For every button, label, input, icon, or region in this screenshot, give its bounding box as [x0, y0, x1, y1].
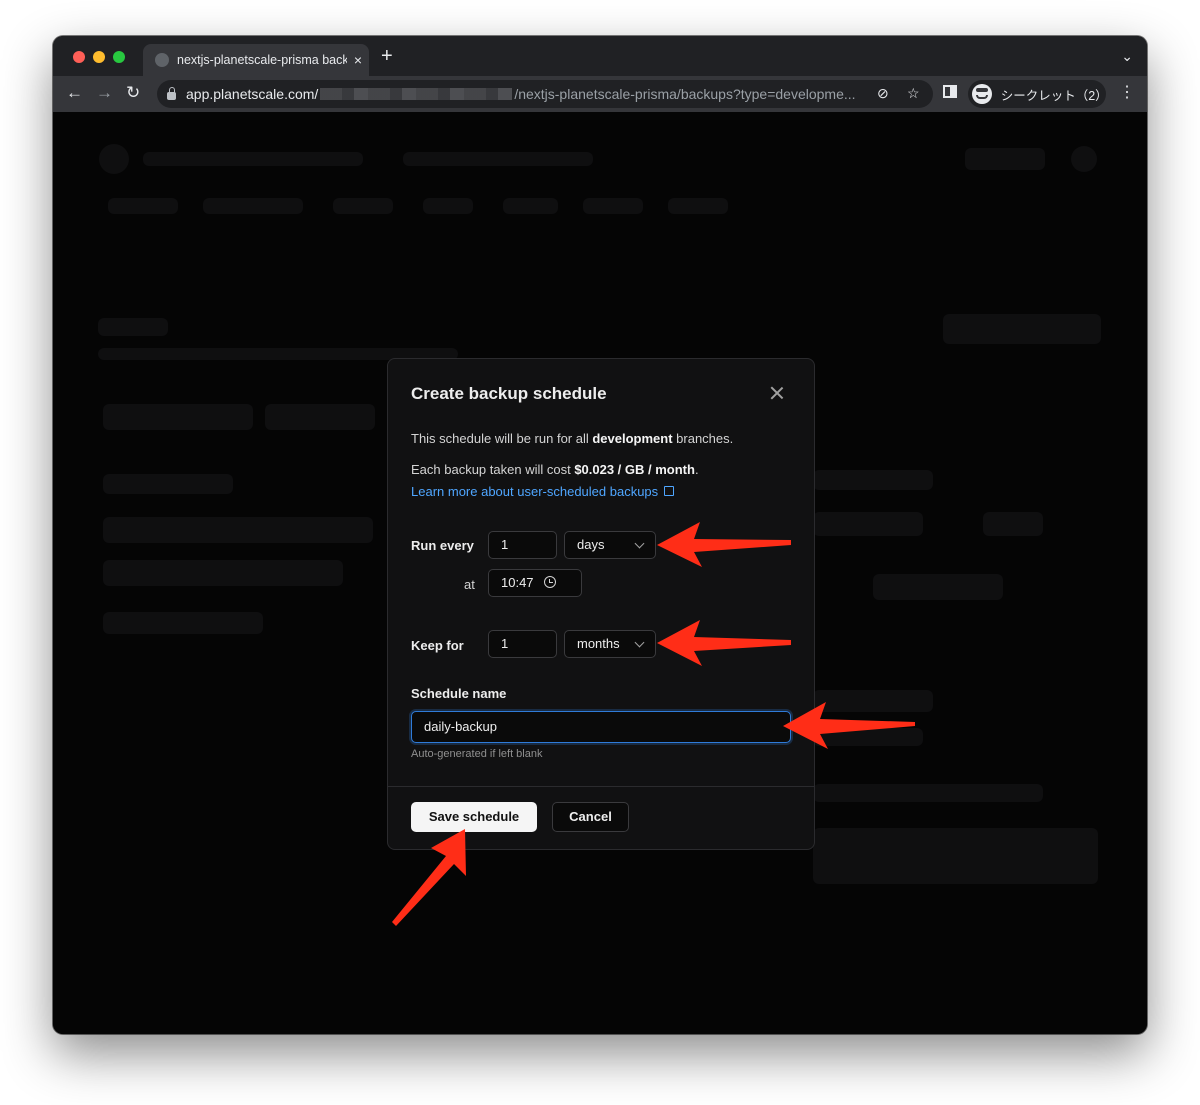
- run-every-unit-value: days: [577, 537, 605, 552]
- side-panel-icon[interactable]: [943, 85, 957, 98]
- chevron-down-icon: [634, 637, 645, 647]
- cost-prefix: Each backup taken will cost: [411, 462, 575, 477]
- blurred-filter: [103, 404, 253, 430]
- keep-for-unit-value: months: [577, 636, 620, 651]
- blurred-card-button: [873, 574, 1003, 600]
- blurred-card-field: [813, 728, 923, 746]
- blurred-avatar: [1071, 146, 1097, 172]
- blurred-card-title: [813, 470, 933, 490]
- blurred-row: [103, 517, 373, 543]
- time-input[interactable]: 10:47: [488, 569, 582, 597]
- reload-icon[interactable]: ↻: [126, 83, 140, 103]
- tab-strip: nextjs-planetscale-prisma backups × + ⌄: [53, 36, 1147, 76]
- incognito-icon: [972, 84, 992, 104]
- keep-for-label: Keep for: [411, 638, 464, 653]
- blurred-nav-tab: [333, 198, 393, 214]
- schedule-name-input[interactable]: daily-backup: [411, 711, 791, 743]
- cost-value: $0.023 / GB / month: [574, 462, 695, 477]
- blurred-nav-tab: [583, 198, 643, 214]
- run-every-label: Run every: [411, 538, 474, 553]
- run-for-suffix: branches.: [672, 431, 734, 446]
- blurred-card-panel: [813, 828, 1098, 884]
- time-value: 10:47: [501, 575, 534, 590]
- branch-type: development: [592, 431, 673, 446]
- clock-icon[interactable]: [543, 576, 556, 588]
- minimize-window-button[interactable]: [93, 51, 105, 63]
- close-icon[interactable]: [767, 383, 787, 403]
- blurred-page-title: [98, 318, 168, 336]
- keep-for-input[interactable]: 1: [488, 630, 557, 658]
- cost-description: Each backup taken will cost $0.023 / GB …: [411, 462, 699, 477]
- blurred-logo: [99, 144, 129, 174]
- at-label: at: [464, 577, 475, 592]
- blurred-nav-tab: [668, 198, 728, 214]
- run-every-input[interactable]: 1: [488, 531, 557, 559]
- lock-icon[interactable]: [167, 87, 176, 100]
- address-bar[interactable]: app.planetscale.com/ /nextjs-planetscale…: [157, 80, 933, 108]
- browser-menu-icon[interactable]: ⋮: [1119, 82, 1135, 102]
- cancel-button[interactable]: Cancel: [552, 802, 629, 832]
- blurred-row: [103, 474, 233, 494]
- new-tab-button[interactable]: +: [381, 46, 393, 66]
- planetscale-favicon-icon: [155, 53, 169, 67]
- blurred-row: [103, 612, 263, 634]
- tab-title: nextjs-planetscale-prisma backups: [177, 53, 347, 67]
- save-schedule-button[interactable]: Save schedule: [411, 802, 537, 832]
- zoom-window-button[interactable]: [113, 51, 125, 63]
- browser-window: nextjs-planetscale-prisma backups × + ⌄ …: [53, 36, 1147, 1034]
- blurred-breadcrumb: [143, 152, 363, 166]
- url-host: app.planetscale.com/: [186, 86, 319, 102]
- incognito-label: シークレット（2）: [1000, 88, 1108, 103]
- browser-tab[interactable]: nextjs-planetscale-prisma backups ×: [143, 44, 369, 76]
- page-backdrop: Create backup schedule This schedule wil…: [53, 112, 1147, 1034]
- dialog-footer-divider: [388, 786, 814, 787]
- back-arrow-icon[interactable]: ←: [66, 83, 83, 103]
- blurred-card-field: [983, 512, 1043, 536]
- keep-for-unit-select[interactable]: months: [564, 630, 656, 658]
- close-window-button[interactable]: [73, 51, 85, 63]
- tab-search-chevron-icon[interactable]: ⌄: [1121, 48, 1133, 65]
- blurred-card-field: [813, 690, 933, 712]
- url-redacted-segment: [320, 88, 513, 100]
- blurred-action-button: [943, 314, 1101, 344]
- forward-arrow-icon[interactable]: →: [96, 83, 113, 103]
- tab-close-icon[interactable]: ×: [347, 52, 369, 68]
- incognito-indicator[interactable]: シークレット（2）: [968, 80, 1108, 108]
- bookmark-star-icon[interactable]: ☆: [907, 85, 920, 102]
- run-every-unit-select[interactable]: days: [564, 531, 656, 559]
- create-backup-schedule-dialog: Create backup schedule This schedule wil…: [387, 358, 815, 850]
- chevron-down-icon: [634, 538, 645, 548]
- blurred-row: [103, 560, 343, 586]
- blurred-nav-tab: [108, 198, 178, 214]
- run-for-prefix: This schedule will be run for all: [411, 431, 593, 446]
- schedule-name-label: Schedule name: [411, 686, 507, 701]
- blurred-nav-tab: [503, 198, 558, 214]
- learn-more-text: Learn more about user-scheduled backups: [411, 484, 659, 499]
- blurred-card-field: [813, 784, 1043, 802]
- run-for-description: This schedule will be run for all develo…: [411, 431, 733, 446]
- blurred-filter: [265, 404, 375, 430]
- external-link-icon: [664, 486, 675, 496]
- learn-more-link[interactable]: Learn more about user-scheduled backups: [411, 484, 675, 499]
- dialog-title: Create backup schedule: [411, 384, 607, 403]
- cost-suffix: .: [694, 462, 699, 477]
- blurred-card-field: [813, 512, 923, 536]
- eye-off-icon[interactable]: ⊘: [877, 85, 889, 102]
- schedule-name-hint: Auto-generated if left blank: [411, 748, 543, 760]
- browser-toolbar: ← → ↻ app.planetscale.com/ /nextjs-plane…: [53, 76, 1147, 112]
- url-path: /nextjs-planetscale-prisma/backups?type=…: [514, 86, 856, 102]
- blurred-nav-tab: [423, 198, 473, 214]
- blurred-breadcrumb: [403, 152, 593, 166]
- blurred-header-button: [965, 148, 1045, 170]
- blurred-nav-tab: [203, 198, 303, 214]
